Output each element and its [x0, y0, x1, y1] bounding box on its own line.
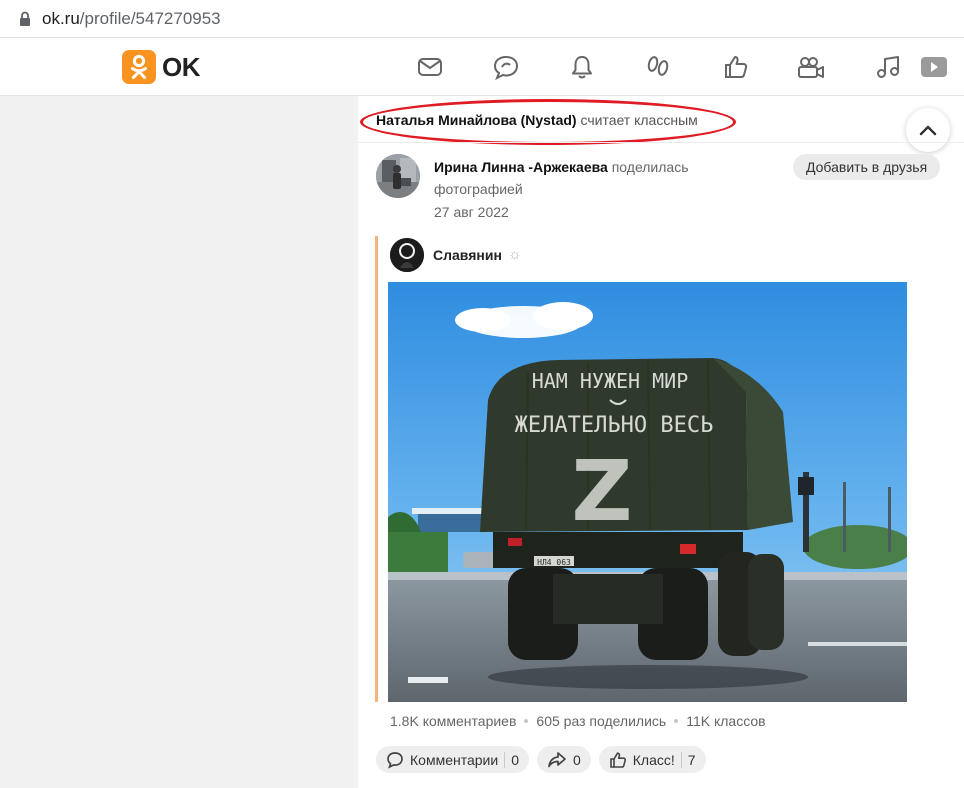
add-friend-button[interactable]: Добавить в друзья	[793, 154, 941, 180]
bell-icon[interactable]	[567, 52, 597, 82]
video-icon[interactable]	[796, 52, 826, 82]
ok-logo[interactable]: OK	[122, 50, 201, 84]
author-avatar[interactable]	[376, 154, 420, 198]
photo-plate: НЛ4 063	[537, 558, 571, 567]
post-photo[interactable]: НАМ НУЖЕН МИР ЖЕЛАТЕЛЬНО ВЕСЬ Z НЛ4 063	[388, 282, 907, 702]
chevron-up-icon	[919, 125, 937, 136]
photo-z-letter: Z	[572, 442, 633, 540]
thumbs-up-icon	[609, 751, 626, 768]
post-date[interactable]: 27 авг 2022	[434, 204, 509, 220]
play-icon[interactable]	[918, 52, 948, 82]
comments-label: Комментарии	[410, 751, 499, 768]
browser-address-bar[interactable]: ok.ru/profile/547270953	[0, 0, 964, 38]
lock-icon	[18, 11, 32, 27]
stats-dot	[524, 719, 529, 723]
comments-count: 0	[511, 751, 519, 768]
stats-shares[interactable]: 605 раз поделились	[536, 713, 666, 729]
ok-logo-icon	[122, 50, 156, 84]
left-sidebar-area	[0, 96, 358, 788]
share-count: 0	[572, 751, 581, 768]
url-host: ok.ru	[42, 8, 80, 28]
stats-comments[interactable]: 1.8K комментариев	[390, 713, 516, 729]
repost-accent-line	[375, 236, 378, 702]
chat-icon[interactable]	[491, 52, 521, 82]
comments-button[interactable]: Комментарии 0	[376, 746, 529, 773]
klass-notice: Наталья Минайлова (Nystad) считает класс…	[376, 112, 698, 128]
divider	[358, 142, 964, 143]
share-icon	[548, 751, 566, 767]
post-author-link[interactable]: Ирина Линна -Аржекаева	[434, 159, 608, 175]
klass-count: 7	[687, 751, 696, 768]
klass-user-link[interactable]: Наталья Минайлова (Nystad)	[376, 112, 577, 128]
klass-button[interactable]: Класс! 7	[598, 746, 706, 773]
group-name: Славянин ☼	[433, 246, 522, 263]
klass-action-text: считает классным	[576, 112, 698, 128]
separator	[680, 751, 682, 768]
stats-klasses[interactable]: 11K классов	[686, 713, 765, 729]
site-header: OK	[0, 38, 964, 96]
guests-icon[interactable]	[643, 52, 673, 82]
photo-text-line1: НАМ НУЖЕН МИР	[532, 369, 689, 393]
collapse-button[interactable]	[906, 108, 950, 152]
mail-icon[interactable]	[415, 52, 445, 82]
post-stats: 1.8K комментариев 605 раз поделились 11K…	[390, 713, 766, 729]
ok-logo-text: OK	[162, 51, 201, 82]
stats-dot	[674, 719, 679, 723]
url-path: /profile/547270953	[79, 8, 221, 28]
group-avatar[interactable]	[390, 238, 424, 272]
share-description: Ирина Линна -Аржекаева поделилась фотогр…	[434, 156, 734, 200]
url-text[interactable]: ok.ru/profile/547270953	[42, 9, 221, 29]
share-button[interactable]: 0	[536, 746, 591, 773]
feed-item: Наталья Минайлова (Nystad) считает класс…	[358, 96, 964, 788]
comment-icon	[387, 751, 403, 769]
klass-label: Класс!	[632, 751, 675, 768]
photo-text-line2: ЖЕЛАТЕЛЬНО ВЕСЬ	[515, 413, 714, 438]
separator	[504, 751, 506, 768]
group-name-link[interactable]: Славянин	[433, 247, 502, 263]
music-icon[interactable]	[873, 52, 903, 82]
sun-icon: ☼	[507, 246, 522, 263]
likes-icon[interactable]	[721, 52, 751, 82]
post-actions: Комментарии 0 0 Класс! 7	[376, 746, 706, 773]
